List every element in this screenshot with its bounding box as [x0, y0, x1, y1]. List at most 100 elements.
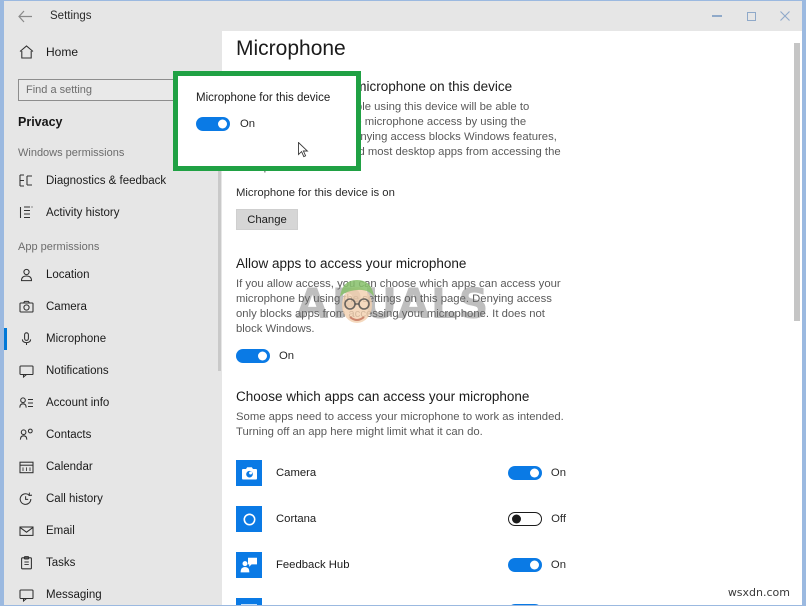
- feedback-hub-app-icon: [236, 552, 262, 578]
- main-scrollbar-thumb[interactable]: [794, 43, 800, 321]
- sidebar-item-label: Microphone: [46, 333, 107, 345]
- notifications-icon: [18, 363, 34, 379]
- sidebar-item-label: Account info: [46, 397, 110, 409]
- toggle-knob: [512, 514, 522, 524]
- sidebar-item-home[interactable]: Home: [4, 35, 222, 69]
- toggle-knob: [529, 560, 539, 570]
- window-controls: [700, 1, 802, 31]
- sidebar-item-label: Camera: [46, 301, 87, 313]
- sidebar-item-contacts[interactable]: Contacts: [4, 419, 222, 451]
- sidebar-item-label: Contacts: [46, 429, 92, 441]
- sidebar-item-activity-history[interactable]: Activity history: [4, 197, 222, 229]
- sidebar-item-label: Activity history: [46, 207, 120, 219]
- allow-apps-heading: Allow apps to access your microphone: [236, 256, 467, 271]
- sidebar-item-label: Calendar: [46, 461, 93, 473]
- app-toggle-label: On: [550, 559, 566, 571]
- back-button[interactable]: [4, 1, 46, 31]
- allow-apps-section: Allow apps to access your microphone If …: [236, 256, 566, 363]
- maximize-icon: [746, 11, 756, 21]
- allow-apps-toggle-label: On: [279, 350, 295, 362]
- messaging-app-icon: [236, 598, 262, 605]
- email-icon: [18, 523, 34, 539]
- mouse-cursor-icon: [298, 142, 309, 158]
- change-button[interactable]: Change: [236, 209, 298, 230]
- settings-window: Settings Home Find a setting Privacy Win…: [0, 0, 806, 606]
- sidebar-item-label: Call history: [46, 493, 103, 505]
- callout-title: Microphone for this device: [196, 92, 331, 104]
- sidebar-item-label: Tasks: [46, 557, 76, 569]
- toggle-knob: [218, 119, 227, 129]
- page-title: Microphone: [236, 37, 346, 60]
- app-permission-list: Camera On Cortana Off Feedback Hub On Messagin…: [236, 454, 566, 605]
- app-toggle-group: On: [507, 558, 566, 572]
- sidebar-item-messaging[interactable]: Messaging: [4, 579, 222, 605]
- app-text: Feedback Hub: [276, 559, 508, 571]
- main-scrollbar[interactable]: [791, 31, 802, 605]
- sidebar-item-camera[interactable]: Camera: [4, 291, 222, 323]
- sidebar-item-account-info[interactable]: Account info: [4, 387, 222, 419]
- sidebar-item-label: Diagnostics & feedback: [46, 175, 167, 187]
- app-toggle-feedback-hub[interactable]: [507, 558, 542, 572]
- close-icon: [780, 11, 790, 21]
- allow-apps-toggle[interactable]: [236, 349, 270, 363]
- callout-toggle-label: On: [240, 118, 256, 130]
- app-toggle-camera[interactable]: [507, 466, 542, 480]
- choose-apps-section: Choose which apps can access your microp…: [236, 389, 566, 605]
- title-bar: Settings: [4, 1, 802, 31]
- allow-apps-body: If you allow access, you can choose whic…: [236, 278, 561, 335]
- sidebar-item-notifications[interactable]: Notifications: [4, 355, 222, 387]
- toggle-knob: [529, 468, 539, 478]
- app-text: Cortana: [276, 513, 508, 525]
- back-arrow-icon: [17, 10, 32, 22]
- app-name: Feedback Hub: [276, 559, 350, 571]
- app-toggle-group: On: [507, 466, 566, 480]
- account-info-icon: [18, 395, 34, 411]
- app-permission-row: Cortana Off: [236, 500, 566, 538]
- wsxdn-watermark: wsxdn.com: [727, 586, 790, 599]
- sidebar-item-calendar[interactable]: Calendar: [4, 451, 222, 483]
- highlight-callout: Microphone for this device On: [173, 71, 361, 171]
- app-toggle-cortana[interactable]: [508, 512, 543, 526]
- minimize-button[interactable]: [700, 1, 734, 31]
- app-toggle-label: On: [550, 467, 566, 479]
- window-title: Settings: [50, 10, 92, 22]
- choose-apps-body: Some apps need to access your microphone…: [236, 411, 564, 438]
- allow-apps-toggle-row: On: [236, 349, 566, 363]
- sidebar-nav-groups: Windows permissions Diagnostics & feedbac…: [4, 135, 222, 605]
- activity-history-icon: [18, 205, 34, 221]
- app-name: Cortana: [276, 513, 317, 525]
- sidebar-item-location[interactable]: Location: [4, 259, 222, 291]
- home-icon: [18, 44, 34, 60]
- call-history-icon: [18, 491, 34, 507]
- app-text: Camera: [276, 467, 508, 479]
- maximize-button[interactable]: [734, 1, 768, 31]
- device-microphone-toggle[interactable]: [196, 117, 230, 131]
- messaging-icon: [18, 587, 34, 603]
- choose-apps-heading: Choose which apps can access your microp…: [236, 389, 530, 404]
- camera-icon: [18, 299, 34, 315]
- app-permission-row: Camera On: [236, 454, 566, 492]
- sidebar-item-label: Notifications: [46, 365, 109, 377]
- app-toggle-group: Off: [508, 512, 566, 526]
- sidebar-item-email[interactable]: Email: [4, 515, 222, 547]
- sidebar-item-microphone[interactable]: Microphone: [4, 323, 222, 355]
- sidebar-item-call-history[interactable]: Call history: [4, 483, 222, 515]
- sidebar-item-tasks[interactable]: Tasks: [4, 547, 222, 579]
- toggle-knob: [258, 351, 267, 361]
- app-toggle-label: Off: [551, 513, 566, 525]
- app-permission-row: Feedback Hub On: [236, 546, 566, 584]
- sidebar-item-label: Messaging: [46, 589, 102, 601]
- sidebar-group-label: App permissions: [18, 241, 100, 253]
- minimize-icon: [712, 15, 722, 17]
- diagnostics-icon: [18, 173, 34, 189]
- app-permission-row: MessagingOn: [236, 592, 566, 605]
- camera-app-icon: [236, 460, 262, 486]
- cortana-app-icon: [236, 506, 262, 532]
- sidebar-scrollbar-thumb[interactable]: [218, 171, 221, 371]
- search-placeholder: Find a setting: [26, 84, 93, 96]
- tasks-icon: [18, 555, 34, 571]
- contacts-icon: [18, 427, 34, 443]
- location-icon: [18, 267, 34, 283]
- close-button[interactable]: [768, 1, 802, 31]
- sidebar-item-label: Location: [46, 269, 90, 281]
